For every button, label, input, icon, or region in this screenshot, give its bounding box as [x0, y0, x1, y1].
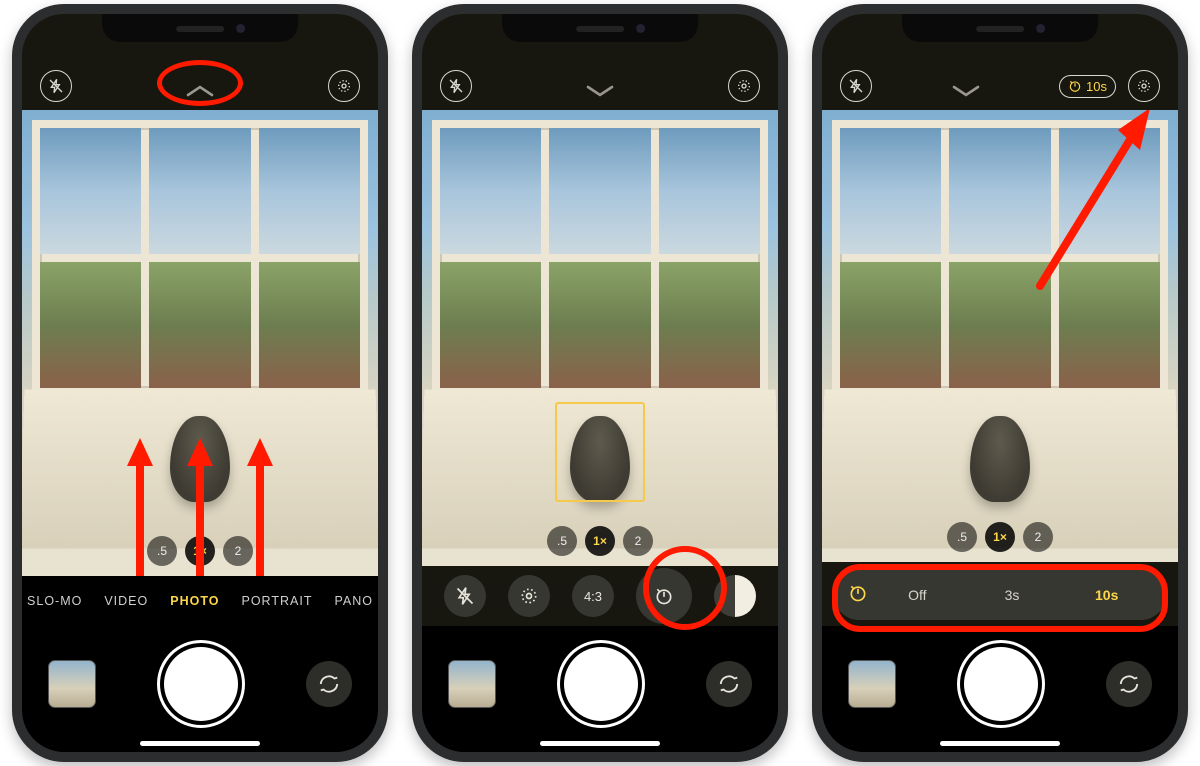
options-chevron-up[interactable] [180, 80, 220, 102]
option-aspect[interactable]: 4:3 [572, 575, 614, 617]
zoom-control[interactable]: .5 1× 2 [547, 526, 653, 556]
timer-icon [848, 583, 868, 608]
switch-camera-icon [718, 673, 740, 695]
zoom-control[interactable]: .5 1× 2 [947, 522, 1053, 552]
zoom-1x[interactable]: 1× [185, 536, 215, 566]
option-live[interactable] [508, 575, 550, 617]
live-photo-icon [736, 78, 752, 94]
switch-camera-icon [318, 673, 340, 695]
switch-camera-button[interactable] [306, 661, 352, 707]
zoom-0.5x[interactable]: .5 [947, 522, 977, 552]
phone-step-2: .5 1× 2 4:3 [412, 4, 788, 762]
live-photo-toggle[interactable] [728, 70, 760, 102]
focus-indicator [555, 402, 645, 502]
home-indicator[interactable] [540, 741, 660, 746]
switch-camera-button[interactable] [1106, 661, 1152, 707]
live-photo-toggle[interactable] [1128, 70, 1160, 102]
flash-off-icon [48, 78, 64, 94]
timer-icon [1068, 79, 1082, 93]
timer-option-off[interactable]: Off [872, 587, 963, 603]
camera-mode-strip[interactable]: SLO-MO VIDEO PHOTO PORTRAIT PANO [22, 576, 378, 626]
option-timer[interactable] [636, 568, 692, 624]
phone-step-3: 10s .5 1× 2 [812, 4, 1188, 762]
flash-off-icon [455, 586, 475, 606]
camera-viewfinder[interactable]: .5 1× 2 [422, 110, 778, 566]
option-flash[interactable] [444, 575, 486, 617]
camera-action-bar [22, 626, 378, 752]
options-chevron-down[interactable] [946, 80, 986, 102]
timer-indicator[interactable]: 10s [1059, 75, 1116, 98]
mode-slomo[interactable]: SLO-MO [27, 594, 82, 608]
last-photo-thumbnail[interactable] [448, 660, 496, 708]
switch-camera-icon [1118, 673, 1140, 695]
option-filters[interactable] [714, 575, 756, 617]
live-photo-icon [1136, 78, 1152, 94]
mode-video[interactable]: VIDEO [104, 594, 148, 608]
mode-pano[interactable]: PANO [334, 594, 373, 608]
shutter-button[interactable] [964, 647, 1038, 721]
timer-option-10s[interactable]: 10s [1061, 587, 1152, 603]
timer-indicator-value: 10s [1086, 79, 1107, 94]
zoom-2x[interactable]: 2 [1023, 522, 1053, 552]
live-photo-icon [336, 78, 352, 94]
zoom-0.5x[interactable]: .5 [147, 536, 177, 566]
live-photo-icon [519, 586, 539, 606]
shutter-button[interactable] [164, 647, 238, 721]
flash-off-icon [448, 78, 464, 94]
flash-toggle[interactable] [40, 70, 72, 102]
zoom-0.5x[interactable]: .5 [547, 526, 577, 556]
timer-icon [654, 586, 674, 606]
switch-camera-button[interactable] [706, 661, 752, 707]
camera-viewfinder[interactable]: .5 1× 2 [822, 110, 1178, 562]
flash-toggle[interactable] [840, 70, 872, 102]
phone-step-1: .5 1× 2 SLO-MO VIDEO PHOTO PORTRAIT PANO [12, 4, 388, 762]
options-chevron-down[interactable] [580, 80, 620, 102]
timer-options-row: Off 3s 10s [834, 570, 1166, 620]
camera-viewfinder[interactable]: .5 1× 2 [22, 110, 378, 576]
last-photo-thumbnail[interactable] [848, 660, 896, 708]
zoom-control[interactable]: .5 1× 2 [147, 536, 253, 566]
mode-photo[interactable]: PHOTO [170, 594, 219, 608]
zoom-1x[interactable]: 1× [985, 522, 1015, 552]
camera-action-bar [822, 626, 1178, 752]
camera-option-bar: 4:3 [422, 566, 778, 626]
camera-action-bar [422, 626, 778, 752]
flash-off-icon [848, 78, 864, 94]
zoom-1x[interactable]: 1× [585, 526, 615, 556]
home-indicator[interactable] [140, 741, 260, 746]
timer-option-3s[interactable]: 3s [967, 587, 1058, 603]
last-photo-thumbnail[interactable] [48, 660, 96, 708]
zoom-2x[interactable]: 2 [623, 526, 653, 556]
home-indicator[interactable] [940, 741, 1060, 746]
zoom-2x[interactable]: 2 [223, 536, 253, 566]
shutter-button[interactable] [564, 647, 638, 721]
flash-toggle[interactable] [440, 70, 472, 102]
live-photo-toggle[interactable] [328, 70, 360, 102]
mode-portrait[interactable]: PORTRAIT [241, 594, 312, 608]
